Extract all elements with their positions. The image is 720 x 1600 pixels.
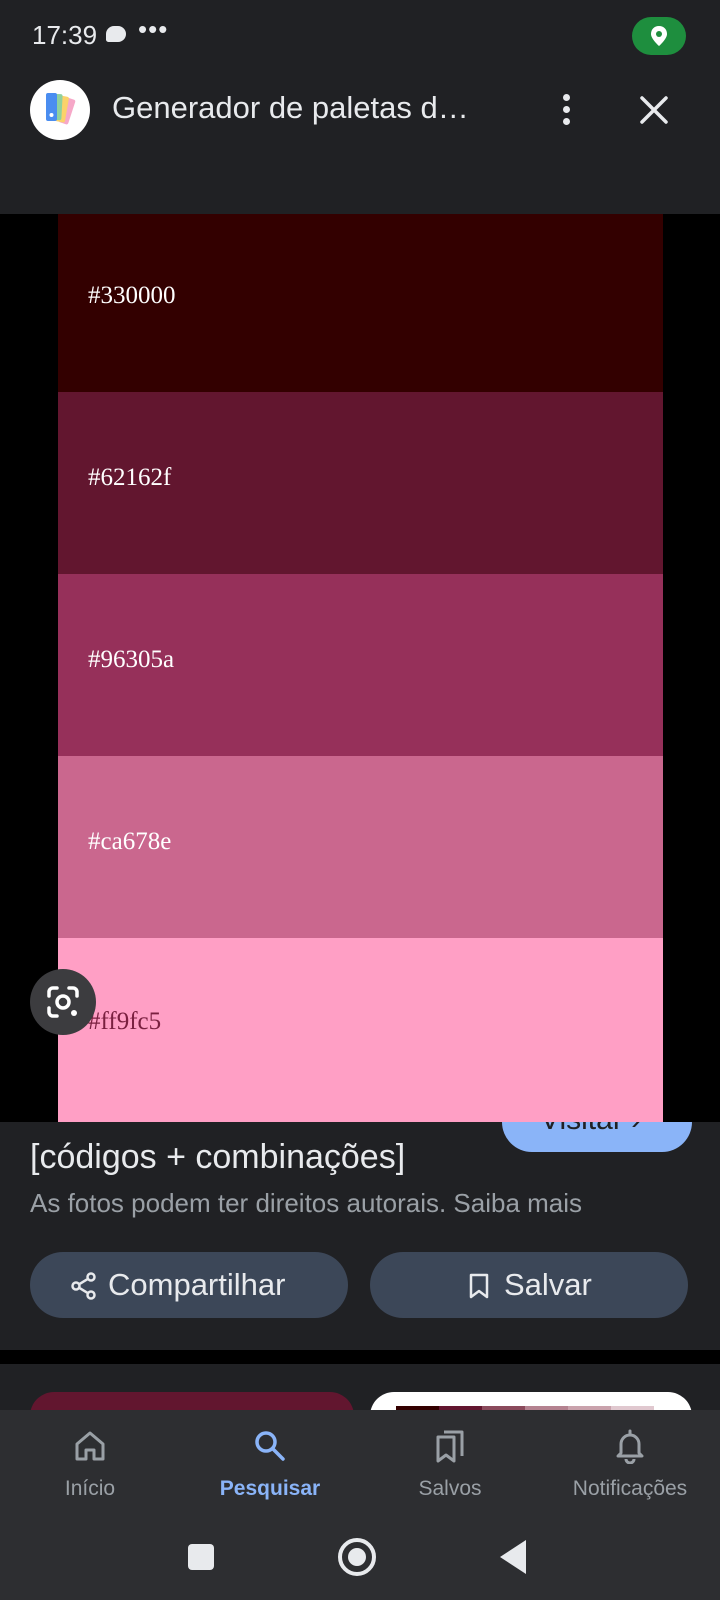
swatch: #96305a [58,574,663,756]
result-info-card: Visitar › [códigos + combinações] As fot… [0,1122,720,1350]
location-pin-icon [632,17,686,55]
nav-item-search[interactable]: Pesquisar [180,1410,360,1514]
swatch: #330000 [58,214,663,392]
save-button[interactable]: Salvar [370,1252,688,1318]
search-icon [255,1431,285,1461]
swatch: #ff9fc5 [58,938,663,1122]
share-button[interactable]: Compartilhar [30,1252,348,1318]
palette-image[interactable]: #330000 #62162f #96305a #ca678e #ff9fc5 [0,214,720,1122]
recents-button[interactable] [188,1544,214,1570]
divider [0,1350,720,1364]
back-button[interactable] [500,1540,526,1574]
swatch-hex-label: #62162f [88,464,172,491]
more-options-icon[interactable] [554,90,578,130]
bell-icon [616,1429,644,1464]
home-button[interactable] [338,1538,376,1576]
swatch-hex-label: #ff9fc5 [88,1008,162,1035]
nav-item-saved[interactable]: Salvos [360,1410,540,1514]
swatch-hex-label: #ca678e [88,828,172,855]
app-header: Generador de paletas d… [0,70,720,214]
visit-button[interactable]: Visitar › [502,1122,692,1152]
related-result-thumbnail[interactable] [370,1392,692,1410]
status-bar: 17:39 ••• [0,0,720,70]
bookmark-icon [469,1273,489,1299]
chat-bubble-icon [106,26,126,42]
swatch: #ca678e [58,756,663,938]
save-label: Salvar [504,1267,592,1302]
nav-item-notifications[interactable]: Notificações [540,1410,720,1514]
nav-label: Salvos [418,1477,482,1500]
swatch: #62162f [58,392,663,574]
visit-label: Visitar › [540,1122,641,1137]
result-title[interactable]: [códigos + combinações] [30,1138,405,1177]
lens-icon [47,986,79,1018]
related-results [0,1364,720,1410]
related-result-thumbnail[interactable] [30,1392,354,1410]
nav-item-home[interactable]: Início [0,1410,180,1514]
nav-label: Pesquisar [219,1477,321,1500]
nav-label: Notificações [572,1477,688,1500]
lens-search-button[interactable] [30,969,96,1035]
bookmarks-icon [436,1430,464,1463]
home-icon [75,1431,105,1461]
page-title: Generador de paletas d… [112,90,469,125]
more-notifications-icon: ••• [138,14,169,44]
nav-label: Início [64,1477,116,1500]
copyright-notice[interactable]: As fotos podem ter direitos autorais. Sa… [30,1188,582,1219]
status-time: 17:39 [32,20,98,50]
bottom-navigation: Início Pesquisar Salvos Notificações [0,1410,720,1514]
palette-app-icon [30,80,90,140]
system-navigation-bar [0,1514,720,1600]
swatch-hex-label: #96305a [88,646,175,673]
share-label: Compartilhar [108,1267,286,1302]
swatch-hex-label: #330000 [88,282,176,309]
share-icon [71,1272,96,1300]
close-icon[interactable] [636,92,672,128]
